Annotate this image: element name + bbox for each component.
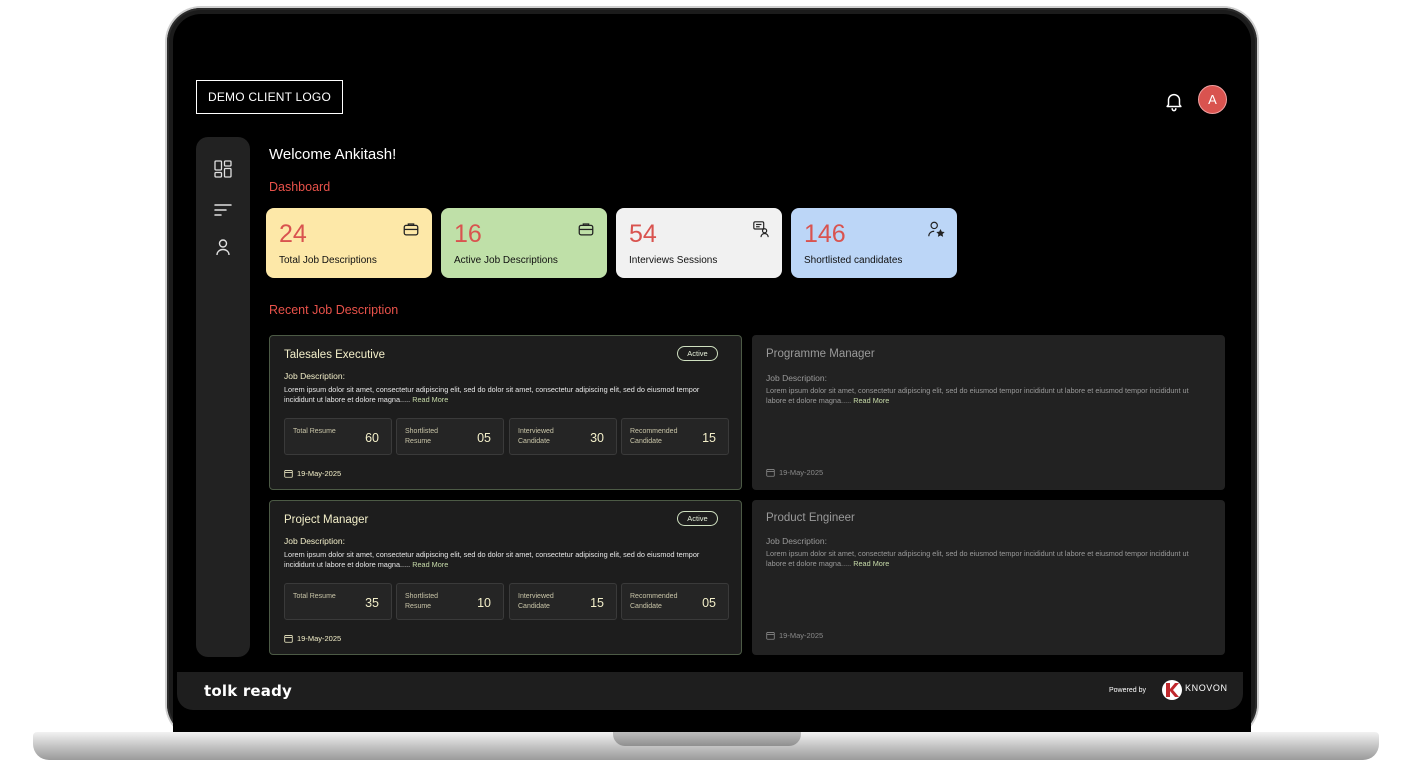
stat-label: Total Job Descriptions	[279, 255, 377, 266]
user-icon[interactable]	[213, 237, 233, 257]
mini-stat-total-resume: Total Resume 60	[284, 418, 392, 455]
mini-stat-label: Total Resume	[293, 593, 336, 600]
jd-body: Lorem ipsum dolor sit amet, consectetur …	[284, 550, 700, 569]
jd-body: Lorem ipsum dolor sit amet, consectetur …	[766, 549, 1189, 568]
mini-stat-recommended: Recommended Candidate 05	[621, 583, 729, 620]
jd-heading: Job Description:	[766, 373, 827, 383]
job-date-text: 19-May-2025	[297, 469, 342, 478]
status-badge: Active	[677, 511, 718, 526]
job-card-programme-manager[interactable]: Programme Manager Job Description: Lorem…	[752, 335, 1225, 490]
app-screen: DEMO CLIENT LOGO A Welcome Ankitash! Das…	[173, 14, 1251, 732]
knovon-logo-icon	[1162, 680, 1182, 700]
jd-heading: Job Description:	[766, 536, 827, 546]
mini-stat-label: Shortlisted Resume	[405, 428, 439, 445]
mini-stat-label: Recommended Candidate	[630, 593, 678, 610]
stat-label: Shortlisted candidates	[804, 255, 903, 266]
mini-stat-value: 35	[365, 596, 379, 610]
jd-text: Lorem ipsum dolor sit amet, consectetur …	[766, 386, 1206, 406]
stat-value: 146	[804, 220, 846, 248]
mini-stat-interviewed: Interviewed Candidate 15	[509, 583, 617, 620]
job-title: Product Engineer	[766, 512, 855, 524]
interview-icon	[753, 221, 769, 238]
calendar-icon	[766, 469, 775, 477]
mini-stat-label: Interviewed Candidate	[518, 593, 554, 610]
stat-value: 16	[454, 220, 482, 248]
read-more-link[interactable]: Read More	[412, 395, 448, 404]
stat-card-total-jd[interactable]: 24 Total Job Descriptions	[266, 208, 432, 278]
jd-body: Lorem ipsum dolor sit amet, consectetur …	[766, 386, 1189, 405]
job-card-project-manager[interactable]: Project Manager Active Job Description: …	[269, 500, 742, 655]
jd-heading: Job Description:	[284, 536, 345, 546]
job-title: Project Manager	[284, 514, 369, 526]
mini-stat-label: Total Resume	[293, 428, 336, 435]
mini-stat-value: 60	[365, 431, 379, 445]
job-title: Talesales Executive	[284, 349, 385, 361]
knovon-name: KNOVON	[1185, 683, 1228, 693]
mini-stat-value: 15	[702, 431, 716, 445]
laptop-notch	[613, 732, 801, 746]
jd-text: Lorem ipsum dolor sit amet, consectetur …	[284, 385, 724, 405]
calendar-icon	[766, 632, 775, 640]
calendar-icon	[284, 635, 293, 643]
mini-stat-label: Recommended Candidate	[630, 428, 678, 445]
bell-icon[interactable]	[1163, 90, 1185, 112]
powered-by-label: Powered by	[1109, 687, 1146, 694]
jd-text: Lorem ipsum dolor sit amet, consectetur …	[284, 550, 724, 570]
stat-value: 24	[279, 220, 307, 248]
mini-stat-value: 05	[702, 596, 716, 610]
briefcase-icon	[403, 223, 419, 236]
mini-stat-value: 15	[590, 596, 604, 610]
read-more-link[interactable]: Read More	[853, 396, 889, 405]
welcome-heading: Welcome Ankitash!	[269, 146, 397, 163]
read-more-link[interactable]: Read More	[853, 559, 889, 568]
job-date-text: 19-May-2025	[297, 634, 342, 643]
job-date: 19-May-2025	[284, 469, 341, 478]
briefcase-icon	[578, 223, 594, 236]
status-badge: Active	[677, 346, 718, 361]
job-title: Programme Manager	[766, 348, 875, 360]
job-date-text: 19-May-2025	[779, 631, 824, 640]
jd-text: Lorem ipsum dolor sit amet, consectetur …	[766, 549, 1206, 569]
jd-heading: Job Description:	[284, 371, 345, 381]
job-date-text: 19-May-2025	[779, 468, 824, 477]
mini-stat-interviewed: Interviewed Candidate 30	[509, 418, 617, 455]
mini-stat-value: 30	[590, 431, 604, 445]
recent-jd-label: Recent Job Description	[269, 303, 399, 317]
mini-stat-value: 10	[477, 596, 491, 610]
calendar-icon	[284, 470, 293, 478]
job-card-product-engineer[interactable]: Product Engineer Job Description: Lorem …	[752, 500, 1225, 655]
mini-stat-shortlisted-resume: Shortlisted Resume 10	[396, 583, 504, 620]
mini-stat-recommended: Recommended Candidate 15	[621, 418, 729, 455]
mini-stat-value: 05	[477, 431, 491, 445]
stat-label: Active Job Descriptions	[454, 255, 558, 266]
stat-card-interviews[interactable]: 54 Interviews Sessions	[616, 208, 782, 278]
jd-body: Lorem ipsum dolor sit amet, consectetur …	[284, 385, 700, 404]
mini-stat-label: Shortlisted Resume	[405, 593, 439, 610]
mini-stat-shortlisted-resume: Shortlisted Resume 05	[396, 418, 504, 455]
sidebar	[196, 137, 250, 657]
job-card-talesales-executive[interactable]: Talesales Executive Active Job Descripti…	[269, 335, 742, 490]
job-date: 19-May-2025	[284, 634, 341, 643]
stat-card-active-jd[interactable]: 16 Active Job Descriptions	[441, 208, 607, 278]
mini-stat-label: Interviewed Candidate	[518, 428, 554, 445]
footer: tolk ready Powered by KNOVON	[177, 672, 1243, 710]
read-more-link[interactable]: Read More	[412, 560, 448, 569]
brand-logo: tolk ready	[204, 682, 293, 700]
job-list-icon[interactable]	[213, 200, 233, 220]
stat-label: Interviews Sessions	[629, 255, 718, 266]
job-date: 19-May-2025	[766, 631, 823, 640]
stat-value: 54	[629, 220, 657, 248]
dashboard-icon[interactable]	[213, 159, 233, 179]
stat-card-shortlisted[interactable]: 146 Shortlisted candidates	[791, 208, 957, 278]
job-date: 19-May-2025	[766, 468, 823, 477]
mini-stat-total-resume: Total Resume 35	[284, 583, 392, 620]
user-avatar[interactable]: A	[1198, 85, 1227, 114]
user-star-icon	[928, 221, 945, 237]
client-logo: DEMO CLIENT LOGO	[196, 80, 343, 114]
dashboard-label: Dashboard	[269, 180, 331, 194]
